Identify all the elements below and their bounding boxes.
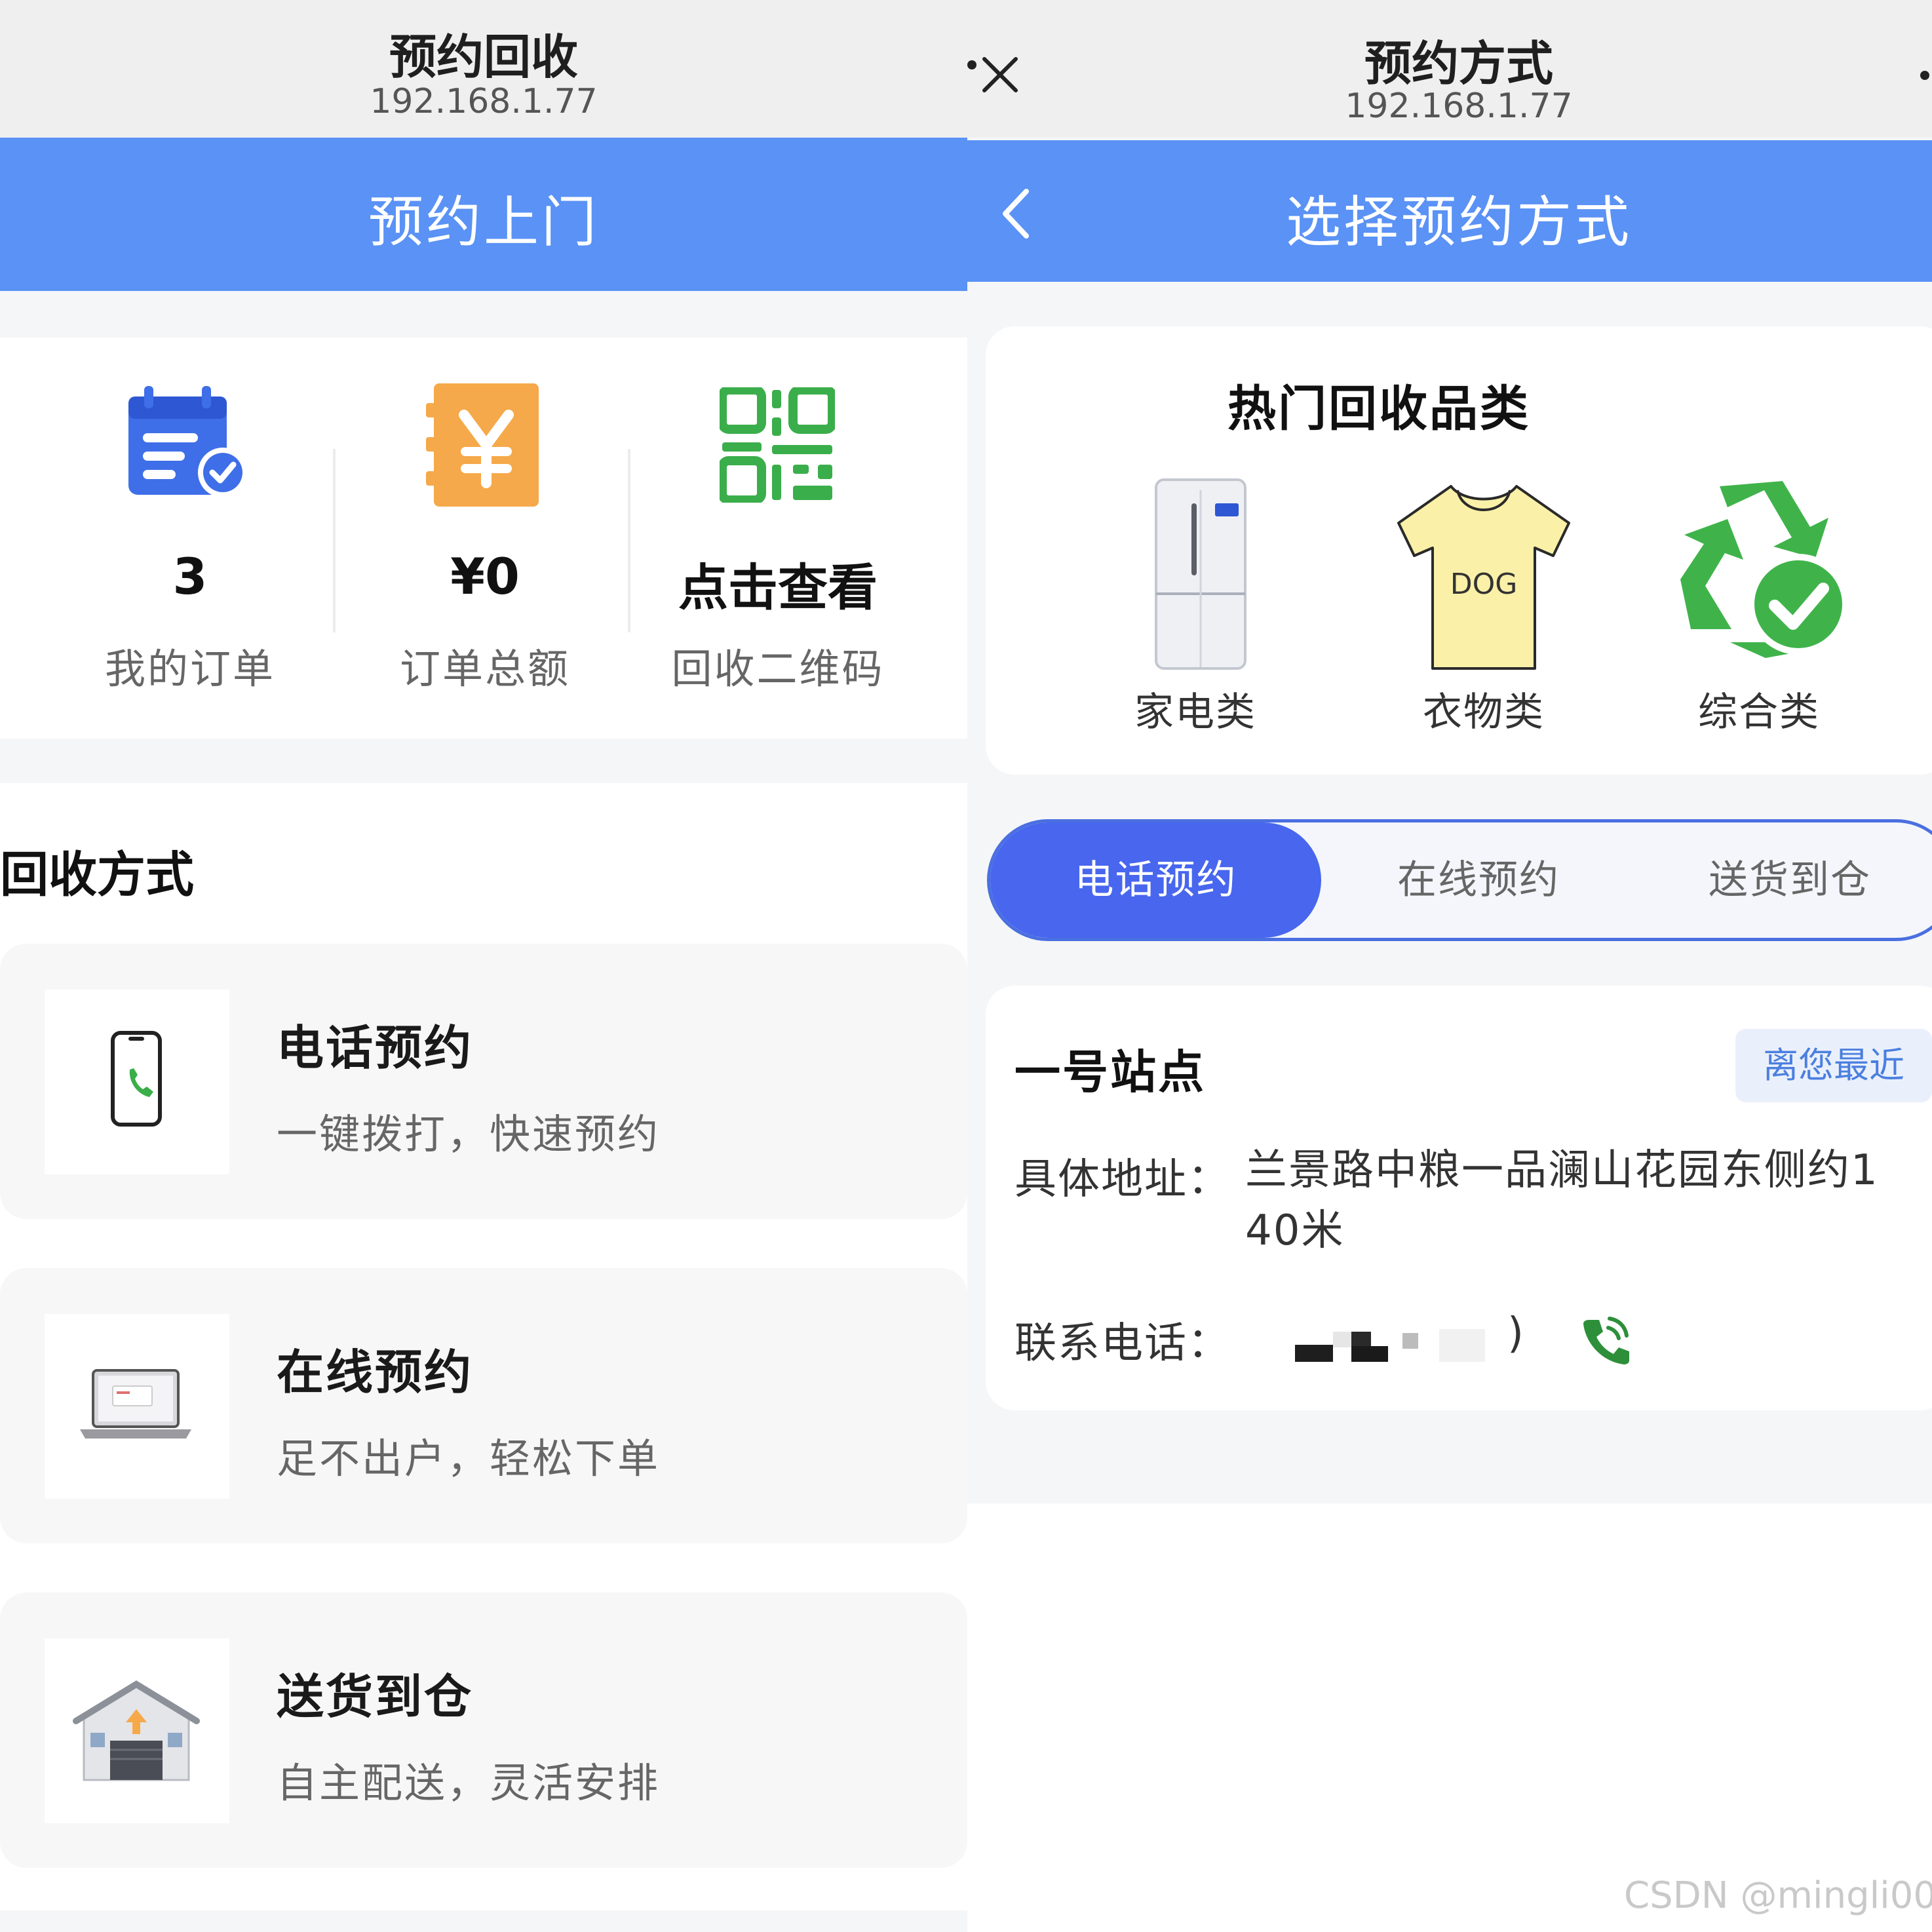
stat-order-total[interactable]: ¥0 订单总额 xyxy=(341,338,629,739)
method-thumb xyxy=(45,1314,229,1499)
method-thumb xyxy=(45,1638,229,1823)
address-label: 具体地址： xyxy=(1014,1155,1231,1204)
browser-bar: 预约回收 192.168.1.77 xyxy=(0,0,967,138)
dot-icon xyxy=(1920,71,1929,80)
phone-number-masked[interactable] xyxy=(1295,1326,1485,1366)
left-screen: 预约回收 192.168.1.77 预约上门 3 我的订单 ¥0 订单总额 点击… xyxy=(0,0,967,1932)
shirt-print: DOG xyxy=(1450,568,1518,601)
method-title: 送货到仓 xyxy=(277,1669,474,1724)
browser-bar: 预约方式 192.168.1.77 xyxy=(967,0,1932,138)
phone-call-icon[interactable] xyxy=(1579,1313,1632,1366)
method-tabs: 电话预约 在线预约 送货到仓 xyxy=(987,819,1932,941)
tshirt-icon: DOG xyxy=(1397,485,1570,670)
browser-title: 预约回收 xyxy=(389,29,578,85)
empty-area xyxy=(967,1503,1932,1932)
categories-card: 热门回收品类 家电类 DOG 衣物类 综合类 xyxy=(986,326,1932,775)
category-label: 家电类 xyxy=(1134,689,1256,735)
stat-label: 回收二维码 xyxy=(671,645,885,693)
watermark: CSDN @mingli003 xyxy=(1624,1874,1932,1917)
tab-delivery[interactable]: 送货到仓 xyxy=(1636,822,1932,938)
category-clothing[interactable]: DOG 衣物类 xyxy=(1385,477,1582,739)
calendar-check-icon xyxy=(128,386,248,497)
stat-my-orders[interactable]: 3 我的订单 xyxy=(0,338,341,739)
tab-phone[interactable]: 电话预约 xyxy=(990,822,1321,938)
stats-card: 3 我的订单 ¥0 订单总额 点击查看 回收二维码 xyxy=(0,338,967,739)
methods-section: 回收方式 电话预约 一键拨打，快速预约 在线预约 足不出户，轻松下单 送货到仓 … xyxy=(0,783,967,1910)
category-general[interactable]: 综合类 xyxy=(1661,477,1857,739)
stat-value: ¥0 xyxy=(450,547,520,606)
method-subtitle: 自主配送，灵活安排 xyxy=(277,1759,661,1807)
phone-icon xyxy=(111,1031,162,1127)
phone-label: 联系电话： xyxy=(1014,1319,1231,1368)
app-header: 预约上门 xyxy=(0,138,967,291)
method-online[interactable]: 在线预约 足不出户，轻松下单 xyxy=(0,1268,967,1543)
category-label: 衣物类 xyxy=(1423,689,1545,735)
method-phone[interactable]: 电话预约 一键拨打，快速预约 xyxy=(0,944,967,1219)
method-thumb xyxy=(45,990,229,1174)
stat-value: 点击查看 xyxy=(678,558,878,617)
close-icon[interactable] xyxy=(979,54,1021,96)
category-appliance[interactable]: 家电类 xyxy=(1110,477,1281,739)
method-title: 在线预约 xyxy=(277,1345,474,1400)
browser-url: 192.168.1.77 xyxy=(1345,87,1573,126)
app-header: 选择预约方式 xyxy=(967,140,1932,282)
address-line2: 40米 xyxy=(1245,1207,1345,1255)
laptop-icon xyxy=(80,1369,191,1439)
warehouse-icon xyxy=(73,1680,200,1781)
method-subtitle: 一键拨打，快速预约 xyxy=(277,1110,661,1158)
tab-online[interactable]: 在线预约 xyxy=(1321,822,1636,938)
qr-code-icon xyxy=(720,387,835,503)
recycle-icon xyxy=(1680,481,1849,658)
page-title: 预约上门 xyxy=(368,190,599,254)
stat-qr-code[interactable]: 点击查看 回收二维码 xyxy=(630,338,967,739)
method-subtitle: 足不出户，轻松下单 xyxy=(277,1435,661,1482)
section-title: 回收方式 xyxy=(0,847,194,903)
phone-tail: ) xyxy=(1507,1309,1525,1358)
stat-label: 订单总额 xyxy=(399,645,570,693)
right-screen: 预约方式 192.168.1.77 选择预约方式 热门回收品类 家电类 DOG … xyxy=(967,0,1932,1932)
nearest-badge: 离您最近 xyxy=(1735,1029,1932,1102)
back-chevron-icon[interactable] xyxy=(996,186,1035,241)
category-label: 综合类 xyxy=(1698,689,1820,735)
refrigerator-icon xyxy=(1155,478,1246,670)
browser-title: 预约方式 xyxy=(1364,36,1553,91)
categories-title: 热门回收品类 xyxy=(1227,381,1530,437)
station-name: 一号站点 xyxy=(1014,1045,1206,1099)
method-title: 电话预约 xyxy=(277,1020,474,1075)
address-line1: 兰景路中粮一品澜山花园东侧约1 xyxy=(1245,1146,1879,1195)
page-title: 选择预约方式 xyxy=(1285,190,1632,254)
dot-icon xyxy=(967,60,976,69)
station-card: 一号站点 离您最近 具体地址： 兰景路中粮一品澜山花园东侧约1 40米 联系电话… xyxy=(986,986,1932,1410)
yuan-icon xyxy=(426,383,539,507)
browser-url: 192.168.1.77 xyxy=(370,82,598,121)
method-warehouse[interactable]: 送货到仓 自主配送，灵活安排 xyxy=(0,1593,967,1868)
